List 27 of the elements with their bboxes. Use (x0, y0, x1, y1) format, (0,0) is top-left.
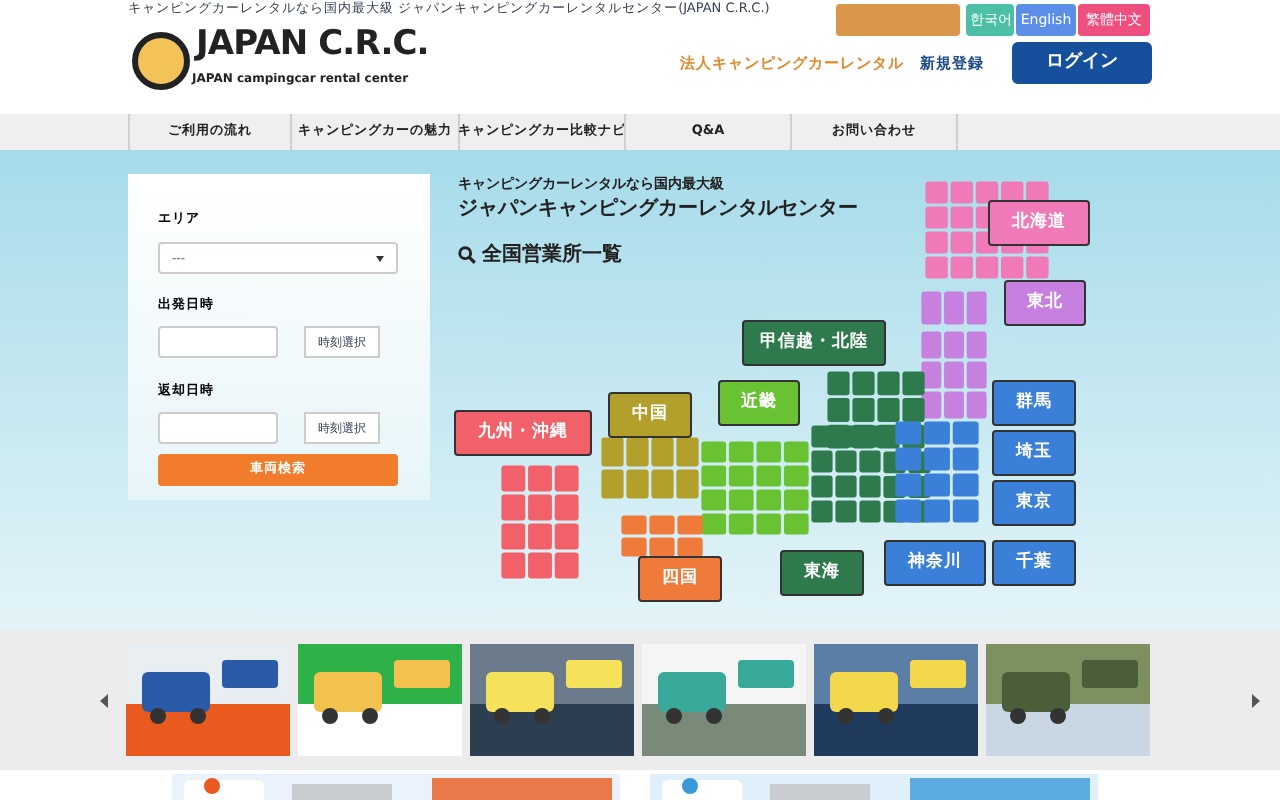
region-button[interactable]: 東京 (992, 480, 1076, 526)
map-heading: 全国営業所一覧 (482, 241, 622, 270)
logo-title: JAPAN C.R.C. (196, 28, 429, 62)
login-button[interactable]: ログイン (1012, 42, 1152, 84)
region-button[interactable]: 千葉 (992, 540, 1076, 586)
hero-title: ジャパンキャンピングカーレンタルセンター (458, 195, 858, 224)
map-region-tiles (921, 291, 987, 419)
region-button[interactable]: 神奈川 (884, 540, 986, 586)
previous-arrow-icon[interactable] (100, 693, 108, 707)
next-arrow-icon[interactable] (1252, 693, 1260, 707)
mascot-icon (132, 32, 190, 90)
region-button[interactable]: 埼玉 (992, 430, 1076, 476)
date-input[interactable] (158, 326, 278, 358)
region-button[interactable]: 群馬 (992, 380, 1076, 426)
region-button[interactable]: 中国 (608, 392, 692, 438)
search-icon (458, 246, 476, 264)
map-region-tiles (501, 465, 579, 579)
caret-icon (376, 255, 384, 261)
region-button[interactable]: 東海 (780, 550, 864, 596)
region-button[interactable]: 北海道 (988, 200, 1090, 246)
date-input[interactable] (158, 412, 278, 444)
region-button[interactable]: 九州・沖縄 (454, 410, 592, 456)
region-button[interactable]: 東北 (1004, 280, 1086, 326)
region-button[interactable]: 甲信越・北陸 (742, 320, 886, 366)
region-button[interactable]: 四国 (638, 556, 722, 602)
region-button[interactable]: 近畿 (718, 380, 800, 426)
map-region-tiles (895, 421, 979, 523)
